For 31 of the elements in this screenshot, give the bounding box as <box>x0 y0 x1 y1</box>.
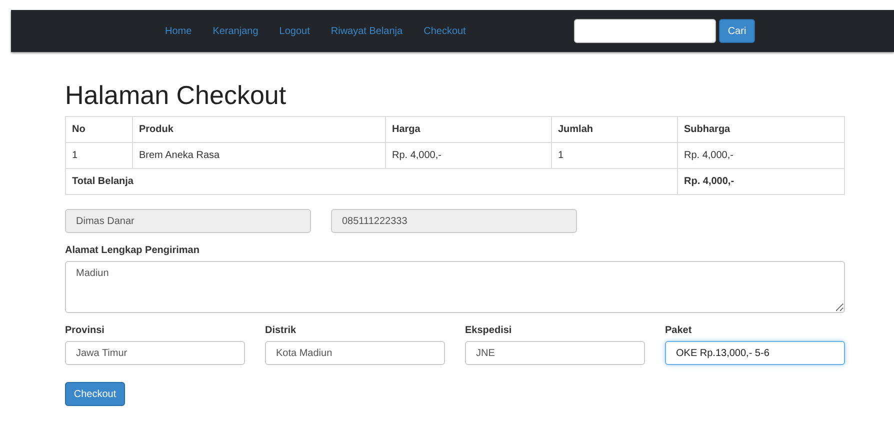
checkout-button[interactable]: Checkout <box>65 382 125 406</box>
column-header: No <box>66 116 132 142</box>
search-button[interactable]: Cari <box>719 19 755 43</box>
nav-link[interactable]: Home <box>165 26 192 36</box>
table-cell: Rp. 4,000,- <box>678 142 844 168</box>
column-header: Harga <box>386 116 552 142</box>
table-cell: 1 <box>66 142 132 168</box>
nav-link[interactable]: Keranjang <box>212 26 258 36</box>
field-label: Paket <box>665 325 693 336</box>
column-header: Produk <box>132 116 386 142</box>
select-field[interactable]: Jawa Timur <box>65 341 245 365</box>
table-cell: Brem Aneka Rasa <box>132 142 386 168</box>
search-field[interactable] <box>574 19 716 43</box>
select-field[interactable]: Kota Madiun <box>265 341 445 365</box>
page-title: Halaman Checkout <box>65 80 288 110</box>
field-label: Provinsi <box>65 325 106 336</box>
column-header: Subharga <box>678 116 844 142</box>
select-field[interactable]: OKE Rp.13,000,- 5-6 <box>665 341 845 365</box>
table-cell: 1 <box>552 142 678 168</box>
field-label: Alamat Lengkap Pengiriman <box>65 245 200 256</box>
nav-link[interactable]: Checkout <box>424 26 466 36</box>
total-value: Rp. 4,000,- <box>678 168 844 194</box>
field-label: Distrik <box>265 325 298 336</box>
field-label: Ekspedisi <box>465 325 513 336</box>
nav-link[interactable]: Logout <box>279 26 310 36</box>
address-field[interactable]: Madiun <box>65 261 845 313</box>
column-header: Jumlah <box>552 116 678 142</box>
table-cell: Rp. 4,000,- <box>386 142 552 168</box>
total-label: Total Belanja <box>66 168 678 194</box>
select-field[interactable]: JNE <box>465 341 645 365</box>
nav-link[interactable]: Riwayat Belanja <box>330 26 403 36</box>
